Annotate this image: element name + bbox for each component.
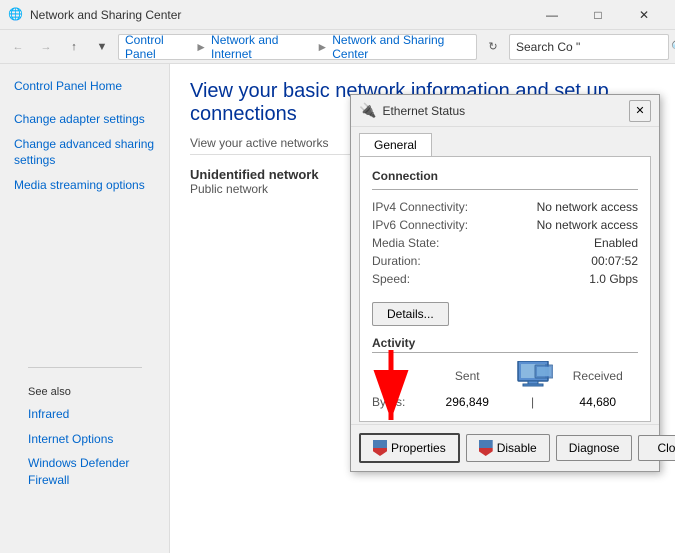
- speed-value: 1.0 Gbps: [589, 272, 638, 286]
- minimize-button[interactable]: —: [529, 0, 575, 30]
- bytes-row: Bytes: 296,849 | 44,680: [372, 395, 638, 409]
- activity-header: Activity: [372, 336, 638, 350]
- main-layout: Control Panel Home Change adapter settin…: [0, 64, 675, 553]
- ipv6-label: IPv6 Connectivity:: [372, 218, 468, 232]
- ipv4-row: IPv4 Connectivity: No network access: [372, 200, 638, 214]
- search-bar: 🔍: [509, 34, 669, 60]
- forward-button[interactable]: →: [34, 35, 58, 59]
- close-button[interactable]: ✕: [621, 0, 667, 30]
- diagnose-button[interactable]: Diagnose: [556, 435, 633, 461]
- refresh-button[interactable]: ↻: [481, 35, 505, 59]
- details-button[interactable]: Details...: [372, 302, 449, 326]
- sidebar-change-adapter[interactable]: Change adapter settings: [0, 107, 169, 132]
- pipe-separator: |: [508, 395, 558, 409]
- speed-label: Speed:: [372, 272, 410, 286]
- search-input[interactable]: [516, 40, 671, 54]
- dialog-tab-general[interactable]: General: [359, 133, 432, 156]
- sent-label: Sent: [427, 369, 508, 383]
- dialog-footer: Properties Disable Diagnose Close: [351, 424, 659, 471]
- speed-row: Speed: 1.0 Gbps: [372, 272, 638, 286]
- activity-section: Activity Sent: [372, 336, 638, 409]
- bytes-label: Bytes:: [372, 395, 427, 409]
- shield-icon: [373, 440, 387, 456]
- connection-section-header: Connection: [372, 169, 638, 183]
- ipv6-row: IPv6 Connectivity: No network access: [372, 218, 638, 232]
- sidebar-control-panel-home[interactable]: Control Panel Home: [0, 74, 169, 99]
- address-bar: ← → ↑ ▼ Control Panel ► Network and Inte…: [0, 30, 675, 64]
- sidebar-internet-options[interactable]: Internet Options: [14, 427, 156, 452]
- media-state-value: Enabled: [594, 236, 638, 250]
- ethernet-status-dialog: 🔌 Ethernet Status ✕ General Connection I…: [350, 94, 660, 472]
- ipv4-label: IPv4 Connectivity:: [372, 200, 468, 214]
- content-area: View your basic network information and …: [170, 64, 675, 553]
- see-also-label: See also: [14, 374, 156, 402]
- activity-divider: [372, 352, 638, 353]
- shield-icon-disable: [479, 440, 493, 456]
- ipv4-value: No network access: [537, 200, 638, 214]
- dialog-title-bar: 🔌 Ethernet Status ✕: [351, 95, 659, 127]
- received-bytes: 44,680: [558, 395, 639, 409]
- connection-divider: [372, 189, 638, 190]
- title-bar: 🌐 Network and Sharing Center — □ ✕: [0, 0, 675, 30]
- dialog-close-button[interactable]: ✕: [629, 100, 651, 122]
- sidebar-media-streaming[interactable]: Media streaming options: [0, 173, 169, 198]
- media-state-label: Media State:: [372, 236, 439, 250]
- media-state-row: Media State: Enabled: [372, 236, 638, 250]
- sidebar-windows-defender[interactable]: Windows Defender Firewall: [14, 451, 156, 493]
- maximize-button[interactable]: □: [575, 0, 621, 30]
- dialog-close-footer-button[interactable]: Close: [638, 435, 675, 461]
- breadcrumb-control-panel[interactable]: Control Panel: [125, 33, 191, 61]
- back-button[interactable]: ←: [6, 35, 30, 59]
- breadcrumb-network-internet[interactable]: Network and Internet: [211, 33, 312, 61]
- disable-button[interactable]: Disable: [466, 434, 550, 462]
- properties-button[interactable]: Properties: [359, 433, 460, 463]
- sidebar-divider: [28, 367, 142, 368]
- breadcrumb-network-sharing[interactable]: Network and Sharing Center: [332, 33, 470, 61]
- duration-value: 00:07:52: [591, 254, 638, 268]
- sidebar-change-advanced-sharing[interactable]: Change advanced sharing settings: [0, 132, 169, 174]
- window-title: Network and Sharing Center: [30, 8, 529, 22]
- dialog-content: Connection IPv4 Connectivity: No network…: [359, 156, 651, 422]
- dialog-icon: 🔌: [359, 102, 376, 119]
- computer-svg: [513, 361, 553, 391]
- duration-label: Duration:: [372, 254, 421, 268]
- search-icon: 🔍: [671, 40, 675, 54]
- window-icon: 🌐: [8, 7, 24, 23]
- sent-bytes: 296,849: [427, 395, 508, 409]
- dialog-overlay: 🔌 Ethernet Status ✕ General Connection I…: [170, 64, 675, 553]
- network-computer-icon: [508, 361, 558, 391]
- received-label: Received: [558, 369, 639, 383]
- ipv6-value: No network access: [537, 218, 638, 232]
- sidebar: Control Panel Home Change adapter settin…: [0, 64, 170, 553]
- recent-locations-button[interactable]: ▼: [90, 35, 114, 59]
- dialog-title: Ethernet Status: [382, 104, 629, 118]
- window-controls: — □ ✕: [529, 0, 667, 30]
- breadcrumb-bar: Control Panel ► Network and Internet ► N…: [118, 34, 477, 60]
- up-button[interactable]: ↑: [62, 35, 86, 59]
- dialog-tabs: General: [351, 127, 659, 156]
- sidebar-infrared[interactable]: Infrared: [14, 402, 156, 427]
- duration-row: Duration: 00:07:52: [372, 254, 638, 268]
